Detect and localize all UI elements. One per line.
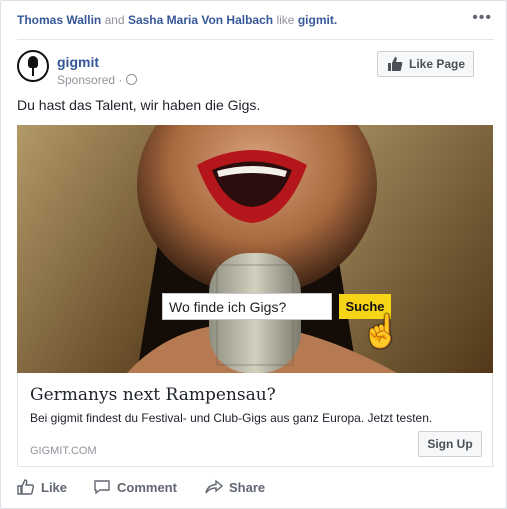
singer-illustration bbox=[17, 125, 493, 373]
and-text: and bbox=[104, 13, 125, 27]
sponsored-text: Sponsored · bbox=[57, 73, 123, 87]
ad-post-card: Thomas Wallin and Sasha Maria Von Halbac… bbox=[0, 0, 507, 509]
ad-search-input: Wo finde ich Gigs? bbox=[162, 293, 332, 320]
sponsored-label: Sponsored · bbox=[57, 73, 138, 87]
like-text: like bbox=[276, 13, 295, 27]
link-description: Bei gigmit findest du Festival- und Club… bbox=[30, 411, 433, 425]
comment-action[interactable]: Comment bbox=[93, 479, 177, 495]
post-text: Du hast das Talent, wir haben die Gigs. bbox=[17, 97, 261, 113]
friend-link-2[interactable]: Sasha Maria Von Halbach bbox=[128, 13, 273, 27]
action-bar: Like Comment Share bbox=[17, 466, 494, 507]
page-avatar[interactable] bbox=[17, 50, 49, 82]
comment-label: Comment bbox=[117, 479, 177, 495]
link-domain: GIGMIT.COM bbox=[30, 445, 97, 457]
share-label: Share bbox=[229, 479, 266, 495]
comment-icon bbox=[94, 480, 110, 495]
share-action[interactable]: Share bbox=[205, 479, 265, 495]
like-label: Like bbox=[41, 479, 68, 495]
like-icon bbox=[17, 479, 35, 495]
divider bbox=[17, 39, 494, 40]
ad-image[interactable]: Wo finde ich Gigs? Suche ☝ bbox=[17, 125, 493, 373]
page-link[interactable]: gigmit. bbox=[298, 13, 337, 27]
hand-cursor-icon: ☝ bbox=[361, 313, 401, 349]
thumbs-up-icon bbox=[387, 57, 403, 71]
like-page-label: Like Page bbox=[408, 57, 466, 71]
social-context: Thomas Wallin and Sasha Maria Von Halbac… bbox=[17, 13, 337, 27]
more-options-icon[interactable]: ••• bbox=[472, 9, 492, 27]
like-page-button[interactable]: Like Page bbox=[377, 51, 474, 77]
page-name[interactable]: gigmit bbox=[57, 54, 99, 70]
like-action[interactable]: Like bbox=[17, 479, 67, 495]
sign-up-button[interactable]: Sign Up bbox=[418, 431, 482, 457]
globe-icon bbox=[126, 74, 138, 85]
share-icon bbox=[205, 479, 223, 494]
link-preview[interactable]: Germanys next Rampensau? Bei gigmit find… bbox=[17, 373, 493, 467]
link-headline[interactable]: Germanys next Rampensau? bbox=[30, 385, 276, 405]
friend-link-1[interactable]: Thomas Wallin bbox=[17, 13, 101, 27]
